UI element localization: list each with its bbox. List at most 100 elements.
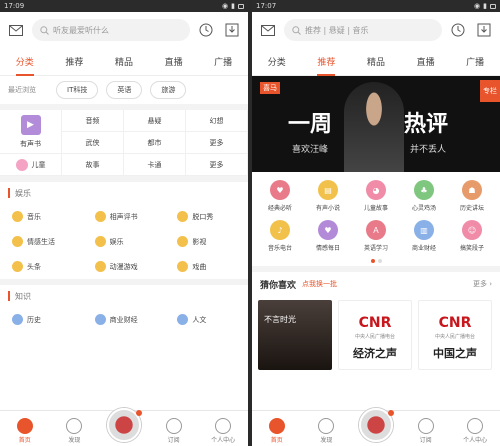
user-icon [467, 418, 484, 434]
quick-item[interactable]: ☺ 搞笑段子 [448, 220, 496, 252]
status-bar: 17:07 ◉ ▮ [252, 0, 500, 12]
quick-item[interactable]: ☗ 历史讲坛 [448, 180, 496, 212]
finance-chart-icon: ▥ [414, 220, 434, 240]
nav-home[interactable]: 首页 [257, 418, 297, 444]
category-item[interactable]: 音频 [62, 110, 124, 132]
download-icon[interactable] [222, 20, 242, 40]
nav-discover[interactable]: 发现 [54, 418, 94, 444]
novel-icon: ▤ [318, 180, 338, 200]
tab-category[interactable]: 分类 [14, 51, 36, 76]
mail-icon[interactable] [258, 20, 278, 40]
nav-profile[interactable]: 个人中心 [455, 418, 495, 444]
tab-premium[interactable]: 精品 [365, 51, 387, 72]
guess-you-like-title: 猜你喜欢 [260, 280, 297, 291]
knowledge-item[interactable]: 人文 [165, 307, 248, 332]
entertainment-item[interactable]: 娱乐 [83, 229, 166, 254]
category-item[interactable]: 都市 [124, 132, 186, 154]
knowledge-item[interactable]: 历史 [0, 307, 83, 332]
battery-icon [490, 3, 496, 9]
quick-label: 心灵鸡汤 [411, 205, 436, 212]
tab-recommend[interactable]: 推荐 [315, 51, 337, 76]
nav-label: 首页 [18, 437, 31, 444]
history-lecture-icon: ☗ [462, 180, 482, 200]
search-input[interactable]: 推荐 | 悬疑 | 音乐 [284, 19, 442, 41]
entertainment-item[interactable]: 情感生活 [0, 229, 83, 254]
headphones-icon [318, 418, 335, 434]
category-item[interactable]: 悬疑 [124, 110, 186, 132]
entertainment-item[interactable]: 戏曲 [165, 254, 248, 279]
nav-home[interactable]: 首页 [5, 418, 45, 444]
quick-label: 英语学习 [363, 245, 388, 252]
quick-item[interactable]: Ａ 英语学习 [352, 220, 400, 252]
emotion-icon [12, 236, 23, 247]
tab-radio[interactable]: 广播 [212, 51, 234, 72]
history-clock-icon[interactable] [196, 20, 216, 40]
cnr-logo: CNR [438, 315, 472, 331]
quick-label: 情感每日 [315, 245, 340, 252]
history-clock-icon[interactable] [448, 20, 468, 40]
nav-player[interactable] [104, 408, 144, 444]
quick-item[interactable]: ♪ 音乐电台 [256, 220, 304, 252]
item-label: 戏曲 [192, 262, 207, 271]
status-icons: ◉ ▮ [222, 2, 244, 10]
item-label: 脱口秀 [192, 212, 214, 221]
nav-label: 个人中心 [211, 437, 236, 444]
humanities-icon [177, 314, 189, 325]
quick-item[interactable]: ▤ 有声小说 [304, 180, 352, 212]
nav-subscribe[interactable]: 订阅 [406, 418, 446, 444]
album-card[interactable]: 不言时光 [258, 300, 332, 370]
tab-live[interactable]: 直播 [163, 51, 185, 72]
tab-radio[interactable]: 广播 [464, 51, 486, 72]
category-item[interactable]: 更多 [186, 132, 248, 154]
recent-chip[interactable]: 旅游 [150, 81, 187, 99]
quick-item[interactable]: ◕ 儿童故事 [352, 180, 400, 212]
mail-icon[interactable] [6, 20, 26, 40]
download-icon[interactable] [474, 20, 494, 40]
more-link[interactable]: 更多 › [473, 279, 492, 289]
entertainment-item[interactable]: 动漫游戏 [83, 254, 166, 279]
radio-card[interactable]: CNR 中央人民广播电台 经济之声 [338, 300, 412, 370]
entertainment-item[interactable]: 影视 [165, 229, 248, 254]
recent-chip[interactable]: IT科技 [56, 81, 99, 99]
classic-icon: ♥ [270, 180, 290, 200]
quick-item[interactable]: ▥ 商业财经 [400, 220, 448, 252]
tab-premium[interactable]: 精品 [113, 51, 135, 72]
entertainment-item[interactable]: 相声评书 [83, 204, 166, 229]
talkshow-icon [177, 211, 189, 222]
banner-subtitle-right: 并不丢人 [410, 145, 447, 155]
recent-chip[interactable]: 英语 [106, 81, 143, 99]
category-item[interactable]: 更多 [186, 154, 248, 176]
kids-category[interactable]: 儿童 [0, 154, 62, 176]
radio-card-name: 中国之声 [433, 347, 477, 360]
nav-subscribe[interactable]: 订阅 [154, 418, 194, 444]
category-item[interactable]: 武侠 [62, 132, 124, 154]
entertainment-item[interactable]: 头条 [0, 254, 83, 279]
search-icon [292, 25, 301, 35]
nav-profile[interactable]: 个人中心 [203, 418, 243, 444]
quick-item[interactable]: ♥ 情感每日 [304, 220, 352, 252]
page-dot [370, 259, 375, 263]
tab-category[interactable]: 分类 [266, 51, 288, 72]
promo-banner[interactable]: 喜马 一周 热评 喜欢汪峰 并不丢人 专栏 [252, 76, 500, 172]
bottom-nav: 首页 发现 订阅 个人中心 [0, 408, 248, 446]
cnr-logo: CNR [358, 315, 392, 331]
nav-discover[interactable]: 发现 [306, 418, 346, 444]
radio-card[interactable]: CNR 中央人民广播电台 中国之声 [418, 300, 492, 370]
entertainment-item[interactable]: 音乐 [0, 204, 83, 229]
search-input[interactable]: 听友最爱听什么 [32, 19, 190, 41]
tab-recommend[interactable]: 推荐 [63, 51, 85, 72]
category-item[interactable]: 幻想 [186, 110, 248, 132]
quick-item[interactable]: ♥ 经典必听 [256, 180, 304, 212]
opera-icon [177, 261, 189, 272]
entertainment-item[interactable]: 脱口秀 [165, 204, 248, 229]
audiobook-category[interactable]: ▶ 有声书 [0, 110, 62, 154]
category-item[interactable]: 卡通 [124, 154, 186, 176]
refresh-batch-link[interactable]: 点我换一批 [302, 279, 337, 289]
nav-label: 首页 [270, 437, 283, 444]
quick-item[interactable]: ♣ 心灵鸡汤 [400, 180, 448, 212]
tab-live[interactable]: 直播 [415, 51, 437, 72]
category-item[interactable]: 故事 [62, 154, 124, 176]
status-bar: 17:09 ◉ ▮ [0, 0, 248, 12]
nav-player[interactable] [356, 408, 396, 444]
knowledge-item[interactable]: 商业财经 [83, 307, 166, 332]
